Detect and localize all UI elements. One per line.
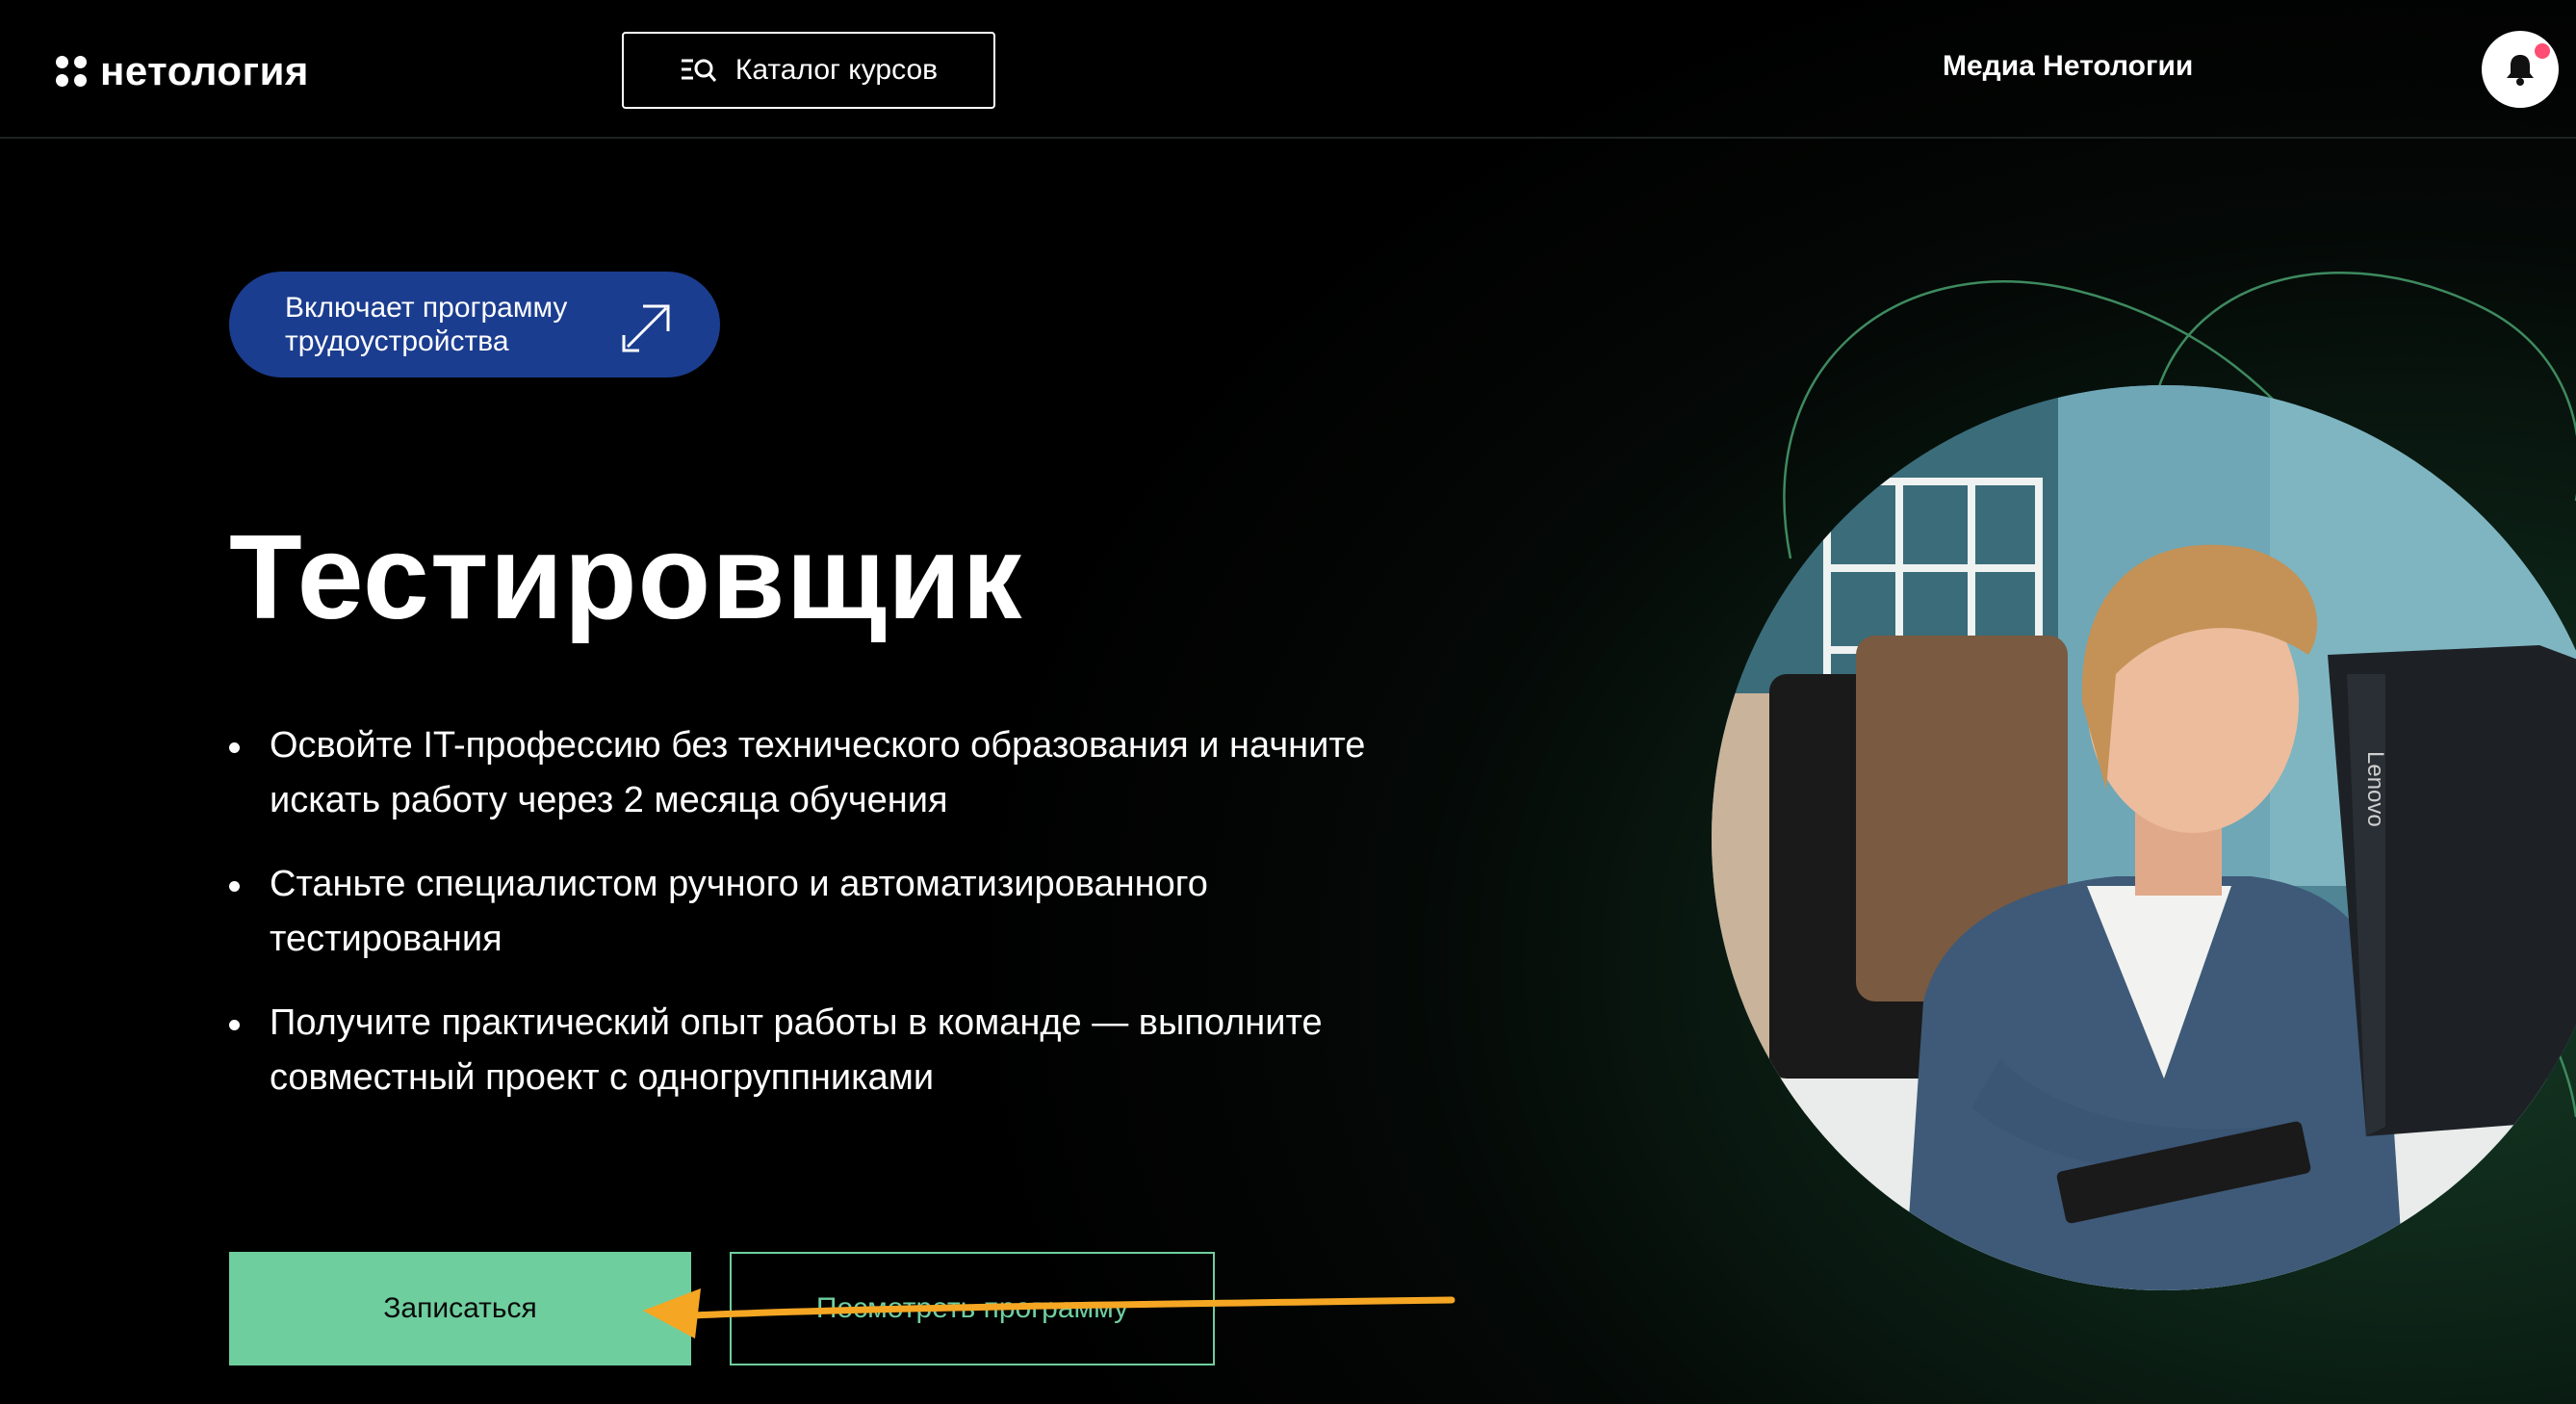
benefit-item: Освойте IT-профессию без технического об… (223, 718, 1378, 828)
catalog-button[interactable]: Каталог курсов (622, 32, 995, 109)
arrow-up-right-icon (622, 304, 670, 352)
logo-icon (56, 56, 87, 87)
benefit-item: Получите практический опыт работы в кома… (223, 996, 1378, 1105)
enroll-button[interactable]: Записаться (229, 1252, 691, 1365)
hero-photo: Lenovo (1712, 385, 2576, 1290)
monitor-brand: Lenovo (2362, 751, 2388, 827)
notification-dot (2535, 43, 2550, 59)
logo-text: нетология (100, 48, 309, 93)
employment-program-badge[interactable]: Включает программу трудоустройства (229, 272, 720, 377)
page: нетология Каталог курсов Медиа Нетологии… (0, 0, 2576, 1404)
catalog-search-icon (681, 59, 717, 82)
badge-text: Включает программу трудоустройства (285, 292, 568, 357)
site-header: нетология Каталог курсов Медиа Нетологии (0, 0, 2576, 139)
media-link[interactable]: Медиа Нетологии (1943, 50, 2193, 83)
benefit-item: Станьте специалистом ручного и автоматиз… (223, 857, 1378, 967)
benefits-list: Освойте IT-профессию без технического об… (223, 718, 1378, 1134)
bell-icon (2507, 55, 2534, 86)
notifications-button[interactable] (2482, 31, 2559, 108)
catalog-label: Каталог курсов (734, 54, 939, 86)
page-title: Тестировщик (229, 511, 1023, 644)
tester-at-computer-illustration: Lenovo (1712, 385, 2576, 1290)
logo[interactable]: нетология (56, 48, 309, 94)
view-program-button[interactable]: Посмотреть программу (730, 1252, 1215, 1365)
